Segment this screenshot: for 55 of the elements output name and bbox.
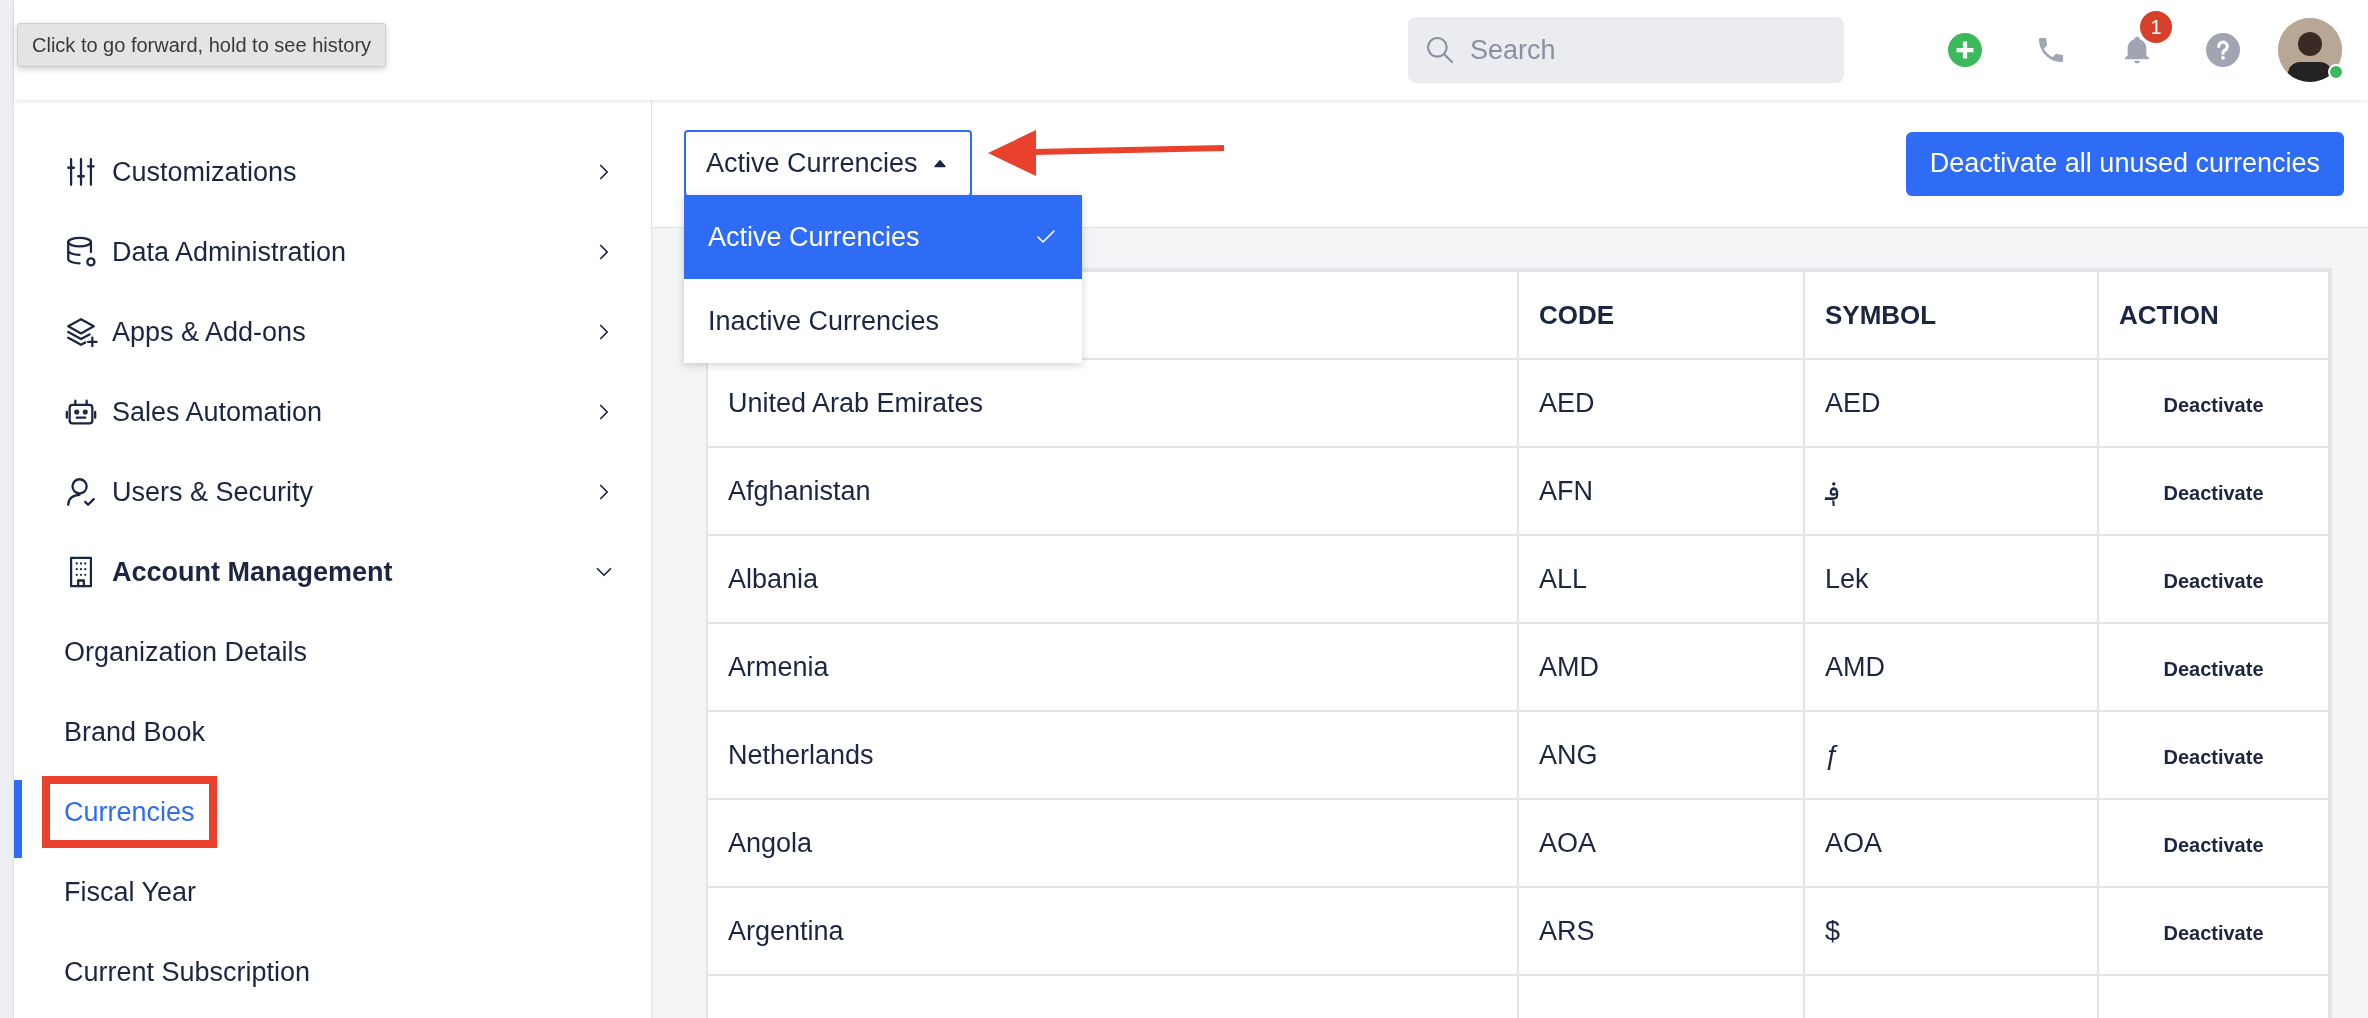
- sidebar-item[interactable]: Customizations: [14, 132, 651, 212]
- table-cell: Lek: [1804, 535, 2098, 623]
- column-header: CODE: [1518, 271, 1804, 359]
- table-cell: ARS: [1518, 887, 1804, 975]
- table-cell: United Arab Emirates: [708, 359, 1518, 447]
- deactivate-link[interactable]: Deactivate: [2157, 564, 2270, 597]
- sidebar-item[interactable]: Apps & Add-ons: [14, 292, 651, 372]
- sidebar-item[interactable]: Sales Automation: [14, 372, 651, 452]
- deactivate-link[interactable]: Deactivate: [2157, 652, 2270, 685]
- deactivate-all-button[interactable]: Deactivate all unused currencies: [1905, 131, 2344, 196]
- column-header: SYMBOL: [1804, 271, 2098, 359]
- sidebar-item[interactable]: Users & Security: [14, 452, 651, 532]
- table-cell: Argentina: [708, 887, 1518, 975]
- table-cell: AOA: [1804, 799, 2098, 887]
- table-cell: Netherlands: [708, 711, 1518, 799]
- sliders-icon: [64, 155, 98, 189]
- table-cell: $: [1804, 887, 2098, 975]
- deactivate-link[interactable]: Deactivate: [2157, 388, 2270, 421]
- table-cell: AED: [1804, 359, 2098, 447]
- search-field[interactable]: Search: [1408, 17, 1844, 83]
- table-cell: ANG: [1518, 711, 1804, 799]
- deactivate-link[interactable]: Deactivate: [2157, 916, 2270, 949]
- column-header: ACTION: [2098, 271, 2329, 359]
- deactivate-link[interactable]: Deactivate: [2157, 740, 2270, 773]
- table-cell: AED: [1518, 359, 1804, 447]
- sidebar-subitem[interactable]: Currencies: [42, 775, 217, 849]
- sidebar-subitem[interactable]: Fiscal Year: [42, 855, 219, 929]
- table-cell: Albania: [708, 535, 1518, 623]
- table-cell: AOA: [1518, 799, 1804, 887]
- sidebar-item[interactable]: Data Administration: [14, 212, 651, 292]
- sidebar-item[interactable]: Account Management: [14, 532, 651, 612]
- tooltip: Click to go forward, hold to see history: [17, 23, 387, 67]
- table-cell: Armenia: [708, 623, 1518, 711]
- deactivate-link[interactable]: Deactivate: [2157, 828, 2270, 861]
- table-cell: Angola: [708, 799, 1518, 887]
- currency-filter-dropdown[interactable]: Active Currencies: [684, 130, 972, 197]
- table-cell: ALL: [1518, 535, 1804, 623]
- database-gear-icon: [64, 235, 98, 269]
- table-cell: AFN: [1518, 447, 1804, 535]
- table-cell: ƒ: [1804, 711, 2098, 799]
- sidebar-subitem[interactable]: Brand Book: [42, 695, 228, 769]
- layers-icon: [64, 315, 98, 349]
- table-cell: AMD: [1804, 623, 2098, 711]
- deactivate-link[interactable]: Deactivate: [2157, 476, 2270, 509]
- notification-count: 1: [2140, 11, 2172, 43]
- user-icon: [64, 475, 98, 509]
- dropdown-option[interactable]: Active Currencies: [684, 195, 1082, 279]
- table-cell: Afghanistan: [708, 447, 1518, 535]
- search-icon: [1424, 34, 1456, 66]
- sidebar-subitem[interactable]: Organization Details: [42, 615, 330, 689]
- add-icon[interactable]: [1948, 33, 1982, 67]
- help-icon[interactable]: [2206, 33, 2240, 67]
- table-cell: ؋: [1804, 447, 2098, 535]
- sidebar-subitem[interactable]: Current Subscription: [42, 935, 333, 1009]
- table-cell: AMD: [1518, 623, 1804, 711]
